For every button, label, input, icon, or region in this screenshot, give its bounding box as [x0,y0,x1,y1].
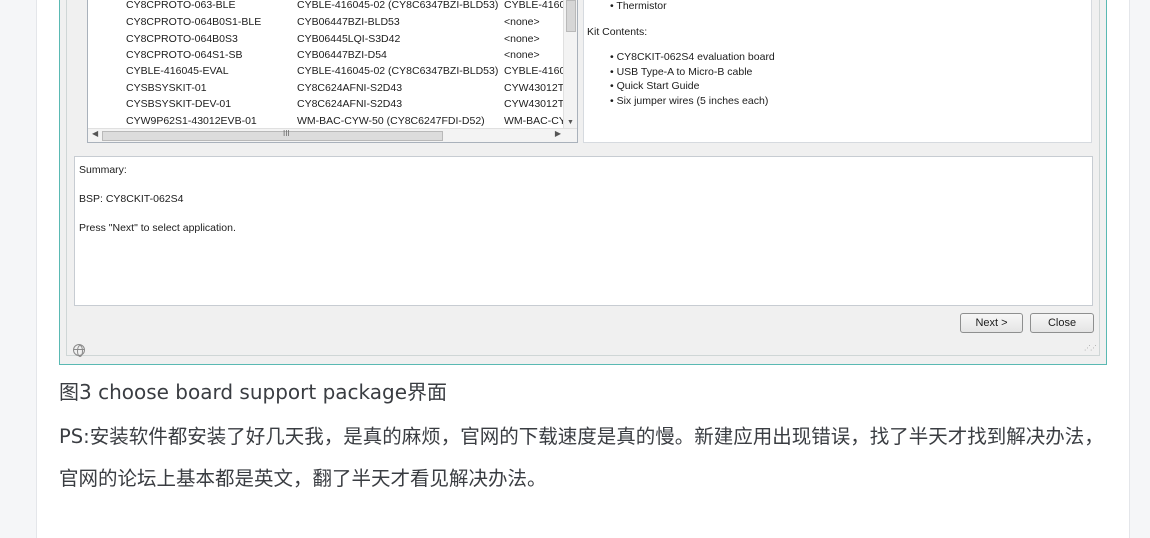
board-mcu: CYBLE-416045-02 (CY8C6347BZI-BLD53) [297,0,499,11]
board-mcu: CYB06445LQI-S3D42 [297,33,401,45]
vertical-scroll-thumb[interactable] [566,0,576,32]
bullet-item: • CY8CKIT-062S4 evaluation board [610,51,775,63]
bullet-item: • Six jumper wires (5 inches each) [610,95,769,107]
board-description-panel: • Thermistor Kit Contents: • CY8CKIT-062… [583,0,1092,143]
kit-item: USB Type-A to Micro-B cable [616,66,753,78]
board-name: CYW9P62S1-43012EVB-01 [126,115,257,127]
article-paragraph: PS:安装软件都安装了好几天我，是真的麻烦，官网的下载速度是真的慢。新建应用出现… [59,425,1104,490]
summary-label: Summary: [79,164,127,176]
table-row[interactable]: CYSBSYSKIT-01 CY8C624AFNI-S2D43 CYW43012… [88,82,568,98]
board-mcu: CYB06447BZI-D54 [297,49,387,61]
table-row[interactable]: CY8CPROTO-064S1-SB CYB06447BZI-D54 <none… [88,49,568,65]
summary-panel: Summary: BSP: CY8CKIT-062S4 Press "Next"… [74,156,1093,306]
feature-thermistor: Thermistor [616,0,667,12]
table-row[interactable]: CY8CPROTO-064B0S1-BLE CYB06447BZI-BLD53 … [88,16,568,32]
kit-item: Six jumper wires (5 inches each) [616,95,769,107]
board-mcu: CY8C624AFNI-S2D43 [297,82,403,94]
horizontal-scroll-thumb[interactable]: III [102,129,443,141]
board-name: CY8CPROTO-064B0S3 [126,33,238,45]
board-radio: <none> [504,16,540,28]
board-radio: CYW43012TC0EKUBG [504,82,566,94]
kit-contents-label: Kit Contents: [587,26,648,38]
summary-hint: Press "Next" to select application. [79,222,236,234]
table-row[interactable]: CY8CPROTO-063-BLE CYBLE-416045-02 (CY8C6… [88,0,568,15]
board-radio: CYW43012TC0EKUBG [504,98,566,110]
board-mcu: WM-BAC-CYW-50 (CY8C6247FDI-D52) [297,115,485,127]
table-row[interactable]: CY8CPROTO-064B0S3 CYB06445LQI-S3D42 <non… [88,33,568,49]
board-name: CYSBSYSKIT-DEV-01 [126,98,232,110]
vertical-scrollbar[interactable]: ▼ [563,0,577,128]
board-mcu: CYB06447BZI-BLD53 [297,16,400,28]
board-mcu: CYBLE-416045-02 (CY8C6347BZI-BLD53) [297,65,499,77]
figure-caption: 图3 choose board support package界面 [59,380,447,404]
board-radio: CYBLE-416045-02 [504,65,566,77]
board-radio: <none> [504,49,540,61]
bullet-item: • USB Type-A to Micro-B cable [610,66,753,78]
scroll-down-arrow-icon[interactable]: ▼ [567,119,574,126]
scroll-left-arrow-icon[interactable]: ◀ [92,129,98,138]
close-button[interactable]: Close [1030,313,1094,333]
board-name: CYSBSYSKIT-01 [126,82,207,94]
scroll-right-arrow-icon[interactable]: ▶ [555,129,561,138]
board-name: CY8CPROTO-063-BLE [126,0,236,11]
table-row[interactable]: CYSBSYSKIT-DEV-01 CY8C624AFNI-S2D43 CYW4… [88,98,568,114]
globe-icon[interactable] [73,344,85,357]
kit-item: Quick Start Guide [616,80,700,92]
board-name: CY8CPROTO-064S1-SB [126,49,243,61]
kit-item: CY8CKIT-062S4 evaluation board [616,51,775,63]
summary-bsp: BSP: CY8CKIT-062S4 [79,193,184,205]
scroll-grip-icon: III [283,129,290,138]
bullet-item: • Quick Start Guide [610,80,700,92]
board-name: CY8CPROTO-064B0S1-BLE [126,16,262,28]
bullet-item: • Thermistor [610,0,667,12]
board-radio: CYBLE-416045-02 [504,0,566,11]
board-radio: WM-BAC-CYW-50 [504,115,566,127]
board-radio: <none> [504,33,540,45]
resize-grip-icon[interactable]: ⋰⋰ [1084,344,1097,352]
board-mcu: CY8C624AFNI-S2D43 [297,98,403,110]
table-row[interactable]: CYBLE-416045-EVAL CYBLE-416045-02 (CY8C6… [88,65,568,81]
board-name: CYBLE-416045-EVAL [126,65,229,77]
board-list-table[interactable]: CY8CPROTO-063-BLE CYBLE-416045-02 (CY8C6… [87,0,578,143]
dialog-body: CY8CPROTO-063-BLE CYBLE-416045-02 (CY8C6… [66,0,1100,357]
bsp-dialog-screenshot: CY8CPROTO-063-BLE CYBLE-416045-02 (CY8C6… [59,0,1107,365]
next-button[interactable]: Next > [960,313,1023,333]
horizontal-scrollbar[interactable]: ◀ III ▶ [88,128,577,142]
